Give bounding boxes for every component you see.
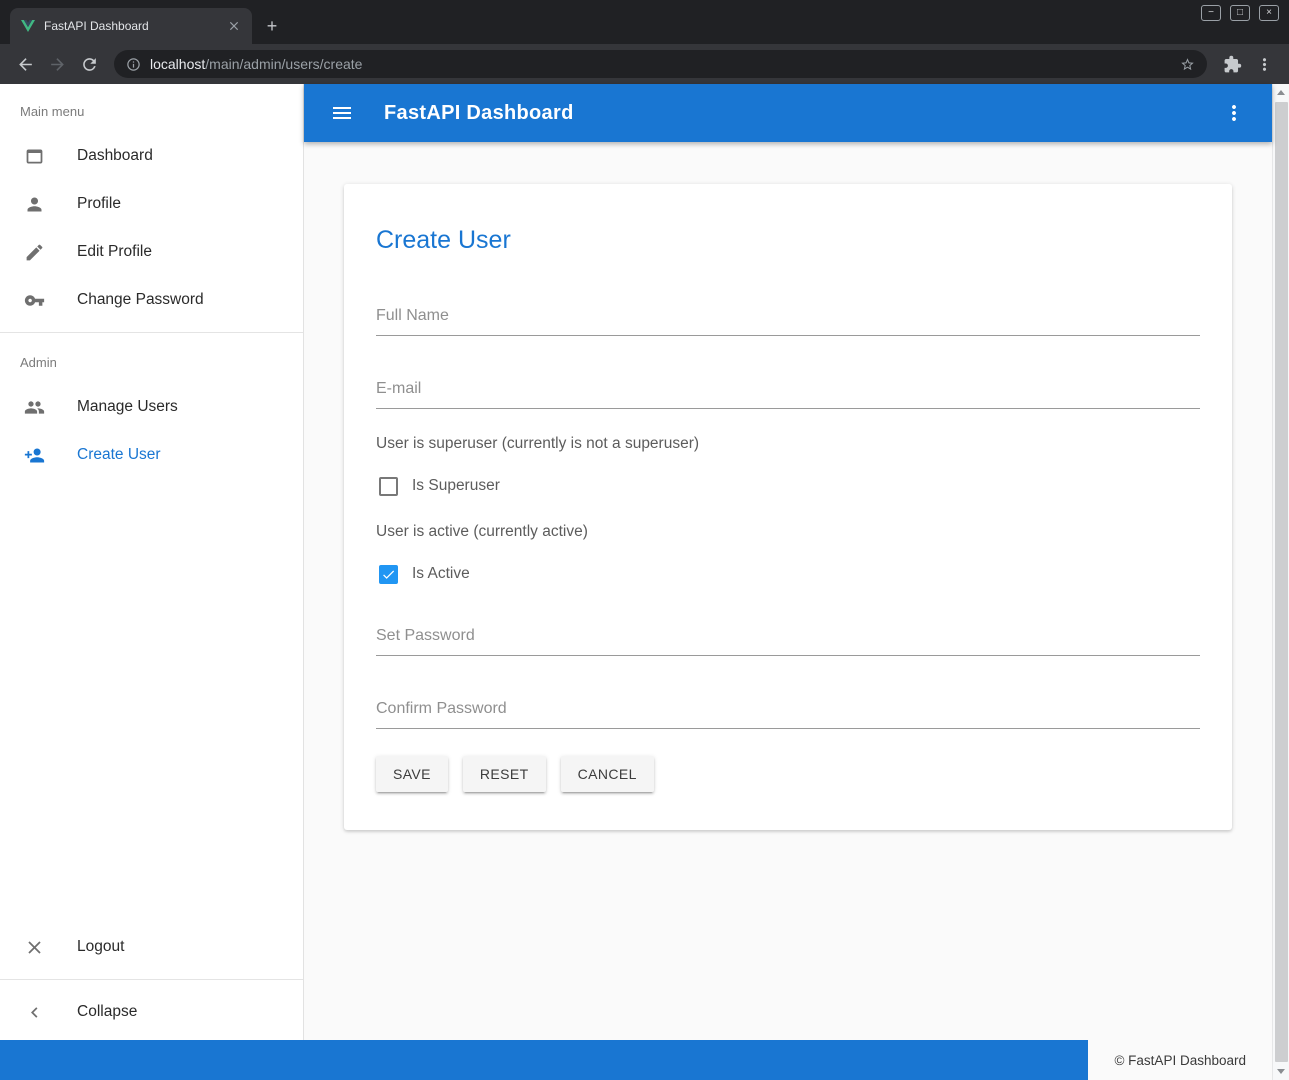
browser-window: FastAPI Dashboard + − □ × localhost/main… (0, 0, 1289, 1080)
extension-icon[interactable] (1217, 49, 1247, 79)
superuser-checkbox-label: Is Superuser (412, 477, 500, 495)
sidebar-item-create-user[interactable]: Create User (0, 431, 303, 479)
browser-tab[interactable]: FastAPI Dashboard (10, 8, 252, 44)
window-maximize-button[interactable]: □ (1230, 5, 1250, 21)
superuser-checkbox[interactable]: Is Superuser (376, 473, 1200, 499)
scroll-down-arrow-icon[interactable] (1277, 1069, 1285, 1074)
active-hint: User is active (currently active) (376, 523, 1200, 541)
forward-button[interactable] (42, 49, 72, 79)
tab-title: FastAPI Dashboard (44, 19, 218, 33)
full-name-input[interactable] (376, 301, 1200, 336)
new-tab-button[interactable]: + (258, 12, 286, 40)
superuser-hint: User is superuser (currently is not a su… (376, 435, 1200, 453)
chevron-left-icon (24, 1002, 46, 1023)
bookmark-star-icon[interactable] (1180, 57, 1195, 72)
dashboard-icon (24, 146, 46, 167)
sidebar-item-profile[interactable]: Profile (0, 180, 303, 228)
scroll-up-arrow-icon[interactable] (1277, 90, 1285, 95)
superuser-checkbox-box[interactable] (379, 477, 398, 496)
sidebar-item-manage-users[interactable]: Manage Users (0, 383, 303, 431)
email-input[interactable] (376, 374, 1200, 409)
logout-close-icon (24, 937, 46, 958)
window-minimize-button[interactable]: − (1201, 5, 1221, 21)
url-host: localhost (150, 56, 205, 72)
active-checkbox[interactable]: Is Active (376, 561, 1200, 587)
tab-close-icon[interactable] (226, 18, 242, 34)
check-icon (381, 567, 396, 582)
appbar-title: FastAPI Dashboard (384, 102, 574, 125)
reset-button[interactable]: RESET (463, 756, 546, 792)
sidebar: Main menu Dashboard Profile (0, 84, 304, 1040)
sidebar-header-main-menu: Main menu (0, 90, 303, 132)
email-field (376, 374, 1200, 409)
person-add-icon (24, 445, 46, 466)
forward-arrow-icon (48, 55, 67, 74)
sidebar-bottom: Logout Collapse (0, 923, 303, 1040)
full-name-field (376, 301, 1200, 336)
sidebar-item-logout[interactable]: Logout (0, 923, 303, 971)
url-text[interactable]: localhost/main/admin/users/create (150, 56, 1171, 72)
site-info-icon[interactable] (126, 57, 141, 72)
active-checkbox-box[interactable] (379, 565, 398, 584)
window-close-button[interactable]: × (1259, 5, 1279, 21)
browser-menu-icon[interactable] (1249, 49, 1279, 79)
content-scroll-area: Create User User is superuser (currently… (304, 142, 1272, 1040)
confirm-password-field (376, 694, 1200, 729)
sidebar-divider (0, 332, 303, 333)
confirm-password-input[interactable] (376, 694, 1200, 729)
footer-copyright: © FastAPI Dashboard (1088, 1040, 1272, 1080)
main-content: FastAPI Dashboard Create User (304, 84, 1272, 1040)
sidebar-divider-bottom (0, 979, 303, 980)
back-button[interactable] (10, 49, 40, 79)
address-bar[interactable]: localhost/main/admin/users/create (114, 50, 1207, 78)
person-icon (24, 194, 46, 215)
reload-button[interactable] (74, 49, 104, 79)
active-checkbox-label: Is Active (412, 565, 470, 583)
sidebar-item-collapse[interactable]: Collapse (0, 988, 303, 1036)
web-page: Main menu Dashboard Profile (0, 84, 1289, 1080)
reload-icon (80, 55, 99, 74)
app-bar: FastAPI Dashboard (304, 84, 1272, 142)
set-password-input[interactable] (376, 621, 1200, 656)
back-arrow-icon (16, 55, 35, 74)
browser-titlebar: FastAPI Dashboard + − □ × (0, 0, 1289, 44)
sidebar-item-dashboard[interactable]: Dashboard (0, 132, 303, 180)
page-scrollbar[interactable] (1272, 84, 1289, 1080)
window-controls: − □ × (1201, 5, 1279, 21)
sidebar-header-admin: Admin (0, 341, 303, 383)
key-icon (24, 290, 46, 311)
sidebar-item-change-password[interactable]: Change Password (0, 276, 303, 324)
create-user-card: Create User User is superuser (currently… (344, 184, 1232, 830)
form-buttons: SAVE RESET CANCEL (376, 756, 1200, 792)
sidebar-item-edit-profile[interactable]: Edit Profile (0, 228, 303, 276)
scrollbar-thumb[interactable] (1275, 102, 1288, 1062)
set-password-field (376, 621, 1200, 656)
hamburger-menu-icon[interactable] (326, 97, 358, 129)
vue-favicon-icon (20, 18, 36, 34)
save-button[interactable]: SAVE (376, 756, 448, 792)
url-path: /main/admin/users/create (205, 56, 362, 72)
people-icon (24, 397, 46, 418)
browser-toolbar: localhost/main/admin/users/create (0, 44, 1289, 84)
pencil-icon (24, 242, 46, 263)
cancel-button[interactable]: CANCEL (561, 756, 654, 792)
footer: © FastAPI Dashboard (0, 1040, 1272, 1080)
page-title: Create User (376, 226, 1200, 255)
appbar-overflow-menu-icon[interactable] (1218, 97, 1250, 129)
